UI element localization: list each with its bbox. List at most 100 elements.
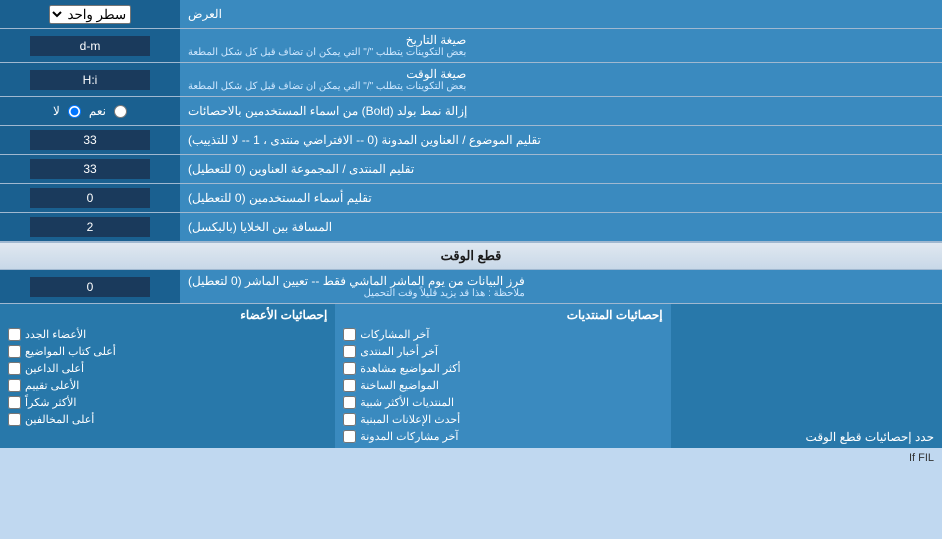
- stat-label-7: آخر مشاركات المدونة: [360, 430, 458, 443]
- topic-title-row: تقليم الموضوع / العناوين المدونة (0 -- ا…: [0, 126, 942, 155]
- stat-checkbox-6[interactable]: [343, 413, 356, 426]
- bold-no-radio[interactable]: [68, 105, 81, 118]
- date-format-title: صيغة التاريخ: [188, 33, 466, 47]
- topic-title-input[interactable]: [30, 130, 150, 150]
- stat-item-4: المواضيع الساخنة: [343, 378, 662, 393]
- member-stats-title: إحصائيات الأعضاء: [8, 308, 327, 322]
- member-stat-item-3: أعلى الداعين: [8, 361, 327, 376]
- time-cut-input[interactable]: [30, 277, 150, 297]
- time-format-input[interactable]: [30, 70, 150, 90]
- stat-label-6: أحدث الإعلانات المبنية: [360, 413, 460, 426]
- forum-title-row: تقليم المنتدى / المجموعة العناوين (0 للت…: [0, 155, 942, 184]
- bold-yes-label: نعم: [89, 104, 106, 118]
- bold-label: إزالة نمط بولد (Bold) من اسماء المستخدمي…: [180, 97, 942, 125]
- forum-title-input[interactable]: [30, 159, 150, 179]
- date-format-label: صيغة التاريخ بعض التكوينات يتطلب "/" الت…: [180, 29, 942, 62]
- member-stat-item-2: أعلى كتاب المواضيع: [8, 344, 327, 359]
- member-stat-item-4: الأعلى تقييم: [8, 378, 327, 393]
- member-stat-checkbox-4[interactable]: [8, 379, 21, 392]
- member-stat-label-4: الأعلى تقييم: [25, 379, 79, 392]
- header-label-text: العرض: [188, 7, 222, 21]
- stat-item-2: آخر أخبار المنتدى: [343, 344, 662, 359]
- forum-title-label: تقليم المنتدى / المجموعة العناوين (0 للت…: [180, 155, 942, 183]
- main-container: العرض سطر واحد سطرين ثلاثة أسطر صيغة الت…: [0, 0, 942, 468]
- member-stat-checkbox-5[interactable]: [8, 396, 21, 409]
- stat-checkbox-1[interactable]: [343, 328, 356, 341]
- stats-section-title: حدد إحصائيات قطع الوقت: [806, 430, 934, 444]
- stat-item-3: أكثر المواضيع مشاهدة: [343, 361, 662, 376]
- stat-label-5: المنتديات الأكثر شبية: [360, 396, 454, 409]
- username-trim-text: تقليم أسماء المستخدمين (0 للتعطيل): [188, 191, 372, 205]
- member-stat-checkbox-3[interactable]: [8, 362, 21, 375]
- member-stat-checkbox-2[interactable]: [8, 345, 21, 358]
- stat-label-3: أكثر المواضيع مشاهدة: [360, 362, 460, 375]
- member-stat-label-1: الأعضاء الجدد: [25, 328, 86, 341]
- time-format-title: صيغة الوقت: [188, 67, 466, 81]
- stat-label-2: آخر أخبار المنتدى: [360, 345, 438, 358]
- username-trim-input[interactable]: [30, 188, 150, 208]
- time-cut-title: فرز البيانات من يوم الماشر الماشي فقط --…: [188, 274, 525, 288]
- time-format-input-container: [0, 63, 180, 96]
- time-cut-section-header: قطع الوقت: [0, 242, 942, 270]
- cell-spacing-label: المسافة بين الخلايا (بالبكسل): [180, 213, 942, 241]
- stats-section: حدد إحصائيات قطع الوقت إحصائيات المنتديا…: [0, 304, 942, 448]
- bold-no-label: لا: [53, 104, 60, 118]
- stat-item-6: أحدث الإعلانات المبنية: [343, 412, 662, 427]
- display-mode-select[interactable]: سطر واحد سطرين ثلاثة أسطر: [49, 5, 131, 24]
- bold-row: إزالة نمط بولد (Bold) من اسماء المستخدمي…: [0, 97, 942, 126]
- member-stat-label-5: الأكثر شكراً: [25, 396, 76, 409]
- stat-item-5: المنتديات الأكثر شبية: [343, 395, 662, 410]
- stat-checkbox-7[interactable]: [343, 430, 356, 443]
- bold-label-text: إزالة نمط بولد (Bold) من اسماء المستخدمي…: [188, 104, 467, 118]
- stat-checkbox-4[interactable]: [343, 379, 356, 392]
- bottom-text: If FIL: [0, 448, 942, 468]
- member-stat-item-6: أعلى المخالفين: [8, 412, 327, 427]
- member-stat-label-6: أعلى المخالفين: [25, 413, 94, 426]
- topic-title-input-container: [0, 126, 180, 154]
- time-cut-section-title: قطع الوقت: [441, 248, 502, 263]
- stat-label-1: آخر المشاركات: [360, 328, 429, 341]
- topic-title-label: تقليم الموضوع / العناوين المدونة (0 -- ا…: [180, 126, 942, 154]
- member-stat-item-5: الأكثر شكراً: [8, 395, 327, 410]
- stats-title-col: حدد إحصائيات قطع الوقت: [671, 304, 942, 448]
- stat-item-1: آخر المشاركات: [343, 327, 662, 342]
- forum-title-input-container: [0, 155, 180, 183]
- time-cut-row: فرز البيانات من يوم الماشر الماشي فقط --…: [0, 270, 942, 304]
- username-trim-label: تقليم أسماء المستخدمين (0 للتعطيل): [180, 184, 942, 212]
- member-stat-label-2: أعلى كتاب المواضيع: [25, 345, 116, 358]
- username-trim-row: تقليم أسماء المستخدمين (0 للتعطيل): [0, 184, 942, 213]
- member-stats-col: إحصائيات الأعضاء الأعضاء الجدد أعلى كتاب…: [0, 304, 335, 448]
- cell-spacing-input[interactable]: [30, 217, 150, 237]
- date-format-input-container: [0, 29, 180, 62]
- date-format-row: صيغة التاريخ بعض التكوينات يتطلب "/" الت…: [0, 29, 942, 63]
- stat-item-7: آخر مشاركات المدونة: [343, 429, 662, 444]
- date-format-sublabel: بعض التكوينات يتطلب "/" التي يمكن ان تضا…: [188, 47, 466, 58]
- time-cut-label: فرز البيانات من يوم الماشر الماشي فقط --…: [180, 270, 942, 303]
- stat-label-4: المواضيع الساخنة: [360, 379, 439, 392]
- stat-checkbox-5[interactable]: [343, 396, 356, 409]
- bold-yes-radio[interactable]: [114, 105, 127, 118]
- cell-spacing-row: المسافة بين الخلايا (بالبكسل): [0, 213, 942, 242]
- cell-spacing-input-container: [0, 213, 180, 241]
- forum-stats-title: إحصائيات المنتديات: [343, 308, 662, 322]
- time-format-label: صيغة الوقت بعض التكوينات يتطلب "/" التي …: [180, 63, 942, 96]
- member-stat-checkbox-1[interactable]: [8, 328, 21, 341]
- stat-checkbox-2[interactable]: [343, 345, 356, 358]
- stat-checkbox-3[interactable]: [343, 362, 356, 375]
- header-input: سطر واحد سطرين ثلاثة أسطر: [0, 0, 180, 28]
- forum-stats-col: إحصائيات المنتديات آخر المشاركات آخر أخب…: [335, 304, 670, 448]
- member-stat-label-3: أعلى الداعين: [25, 362, 84, 375]
- topic-title-text: تقليم الموضوع / العناوين المدونة (0 -- ا…: [188, 133, 541, 147]
- member-stat-checkbox-6[interactable]: [8, 413, 21, 426]
- time-cut-sublabel: ملاحظة : هذا قد يزيد قليلاً وقت التحميل: [188, 288, 525, 299]
- time-format-sublabel: بعض التكوينات يتطلب "/" التي يمكن ان تضا…: [188, 81, 466, 92]
- bottom-text-value: If FIL: [909, 452, 934, 464]
- forum-title-text: تقليم المنتدى / المجموعة العناوين (0 للت…: [188, 162, 414, 176]
- header-label: العرض: [180, 0, 942, 28]
- time-format-row: صيغة الوقت بعض التكوينات يتطلب "/" التي …: [0, 63, 942, 97]
- bold-radio-container: نعم لا: [0, 97, 180, 125]
- time-cut-input-container: [0, 270, 180, 303]
- cell-spacing-text: المسافة بين الخلايا (بالبكسل): [188, 220, 332, 234]
- date-format-input[interactable]: [30, 36, 150, 56]
- username-trim-input-container: [0, 184, 180, 212]
